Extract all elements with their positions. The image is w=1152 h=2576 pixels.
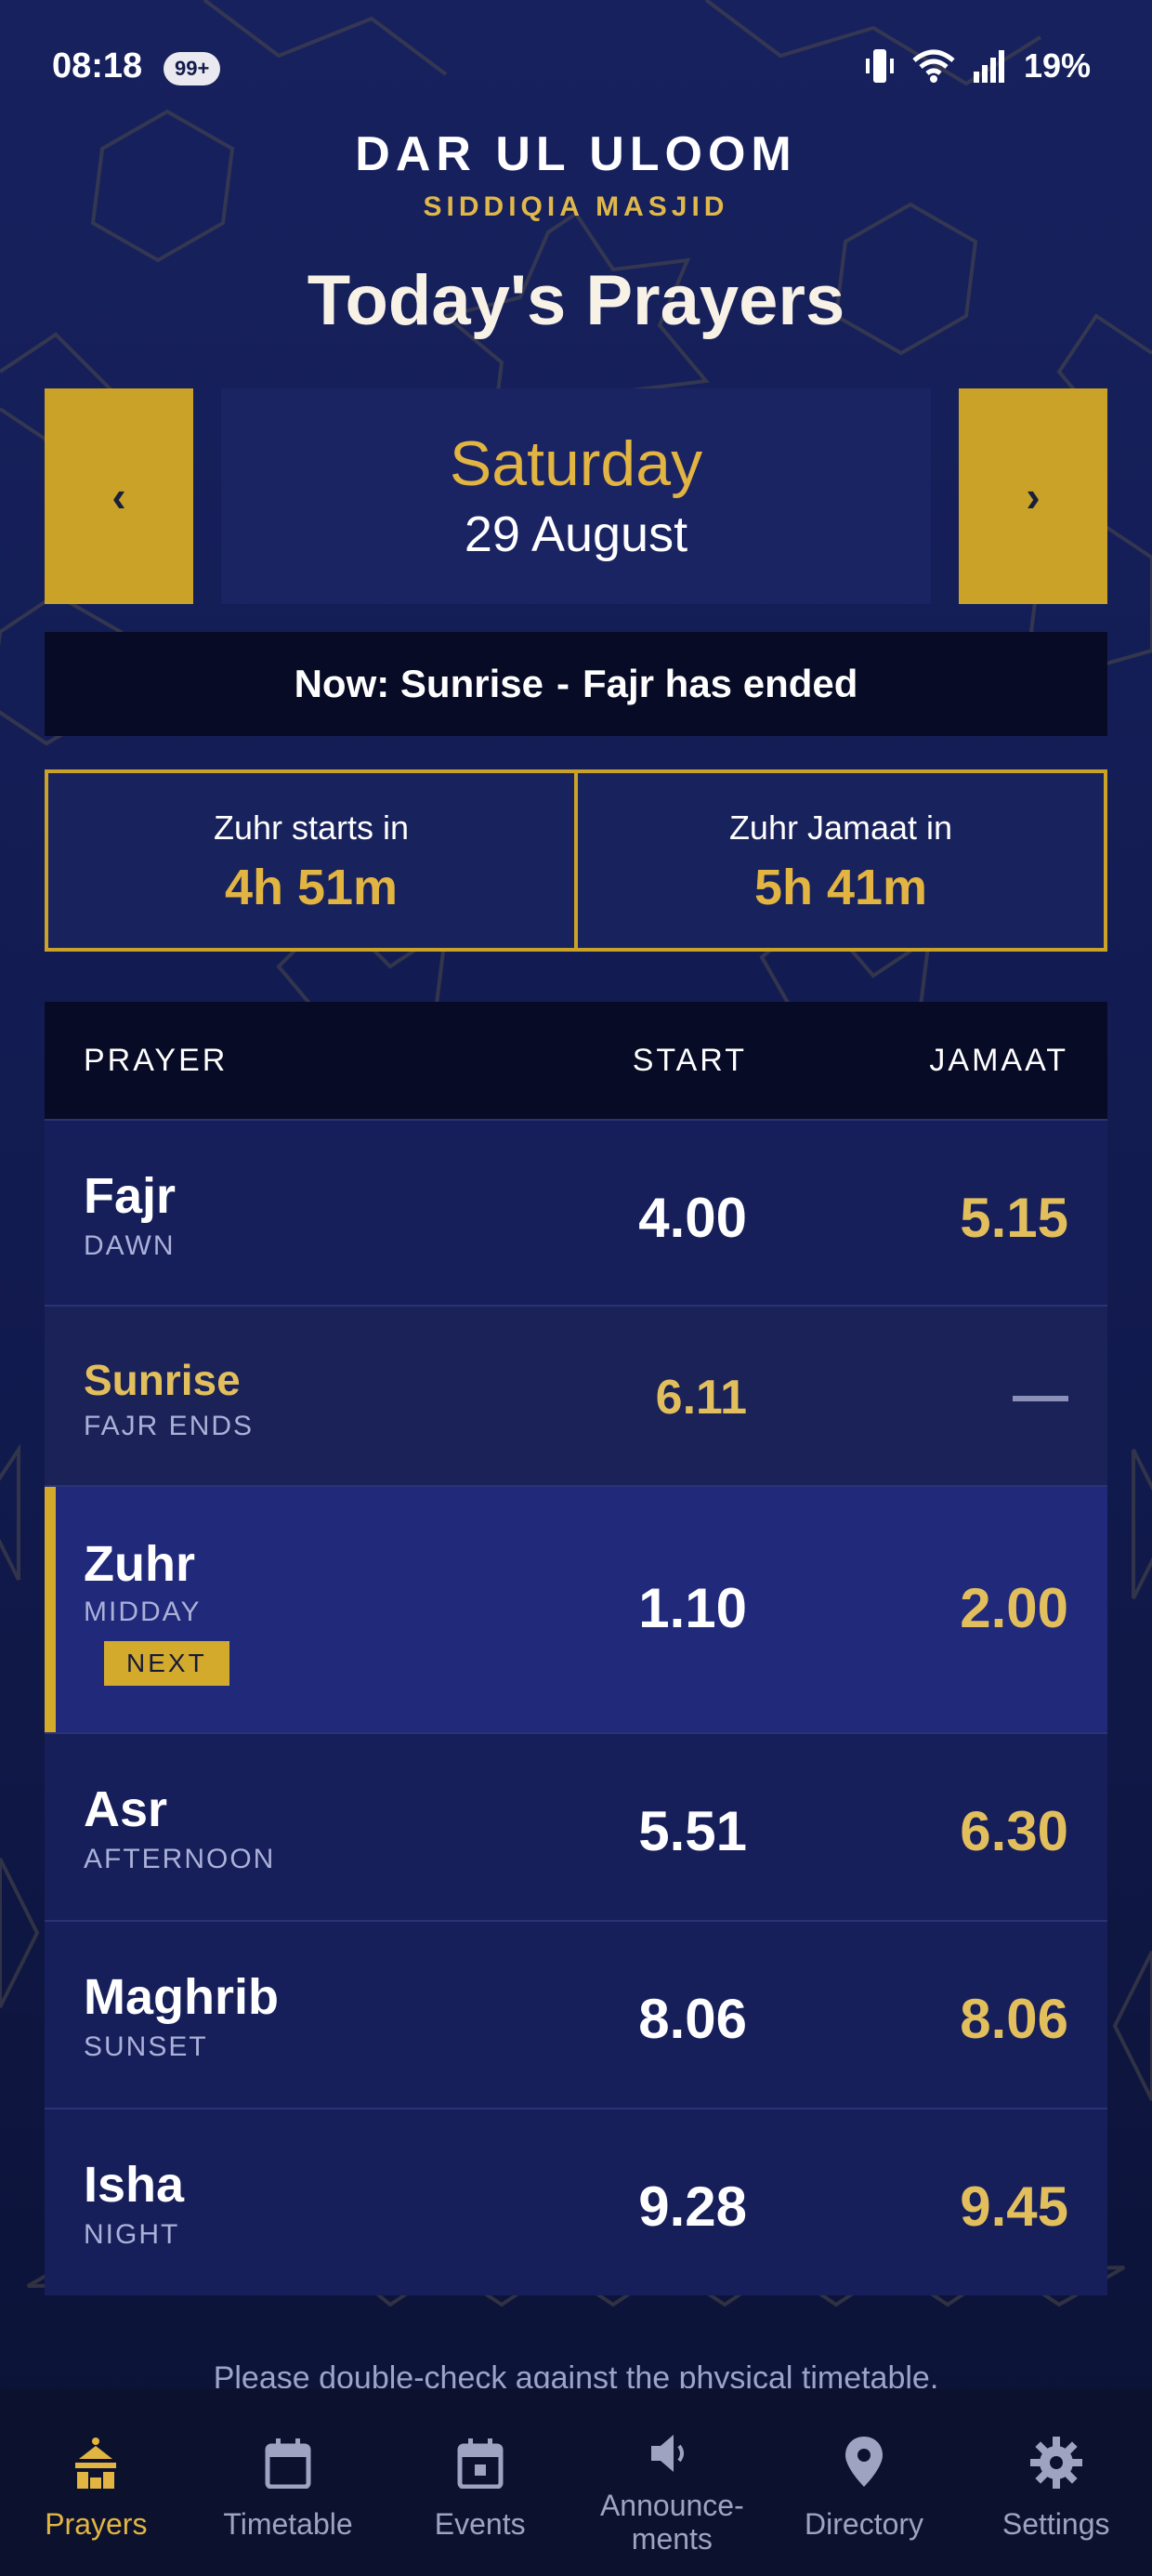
now-separator: -: [556, 662, 569, 705]
countdown-label: Zuhr starts in: [213, 808, 410, 847]
header-prayer: PRAYER: [84, 1042, 229, 1078]
prayer-jamaat: 5.15: [960, 1187, 1068, 1249]
table-row-next: Zuhr MIDDAY NEXT 1.10 2.00: [45, 1485, 1107, 1732]
signal-icon: [973, 50, 1004, 83]
vibrate-icon: [865, 49, 894, 83]
countdown-value: 5h 41m: [753, 860, 928, 915]
prayer-name: Fajr: [84, 1168, 177, 1224]
nav-prayers[interactable]: Prayers: [0, 2388, 192, 2576]
date-weekday: Saturday: [449, 428, 703, 499]
countdown-start: Zuhr starts in 4h 51m: [48, 773, 574, 948]
brand-subtitle: SIDDIQIA MASJID: [423, 191, 729, 222]
nav-events[interactable]: Events: [384, 2388, 576, 2576]
prayer-start: 6.11: [655, 1371, 747, 1425]
prayer-jamaat: 2.00: [960, 1577, 1068, 1639]
table-header: PRAYER START JAMAAT: [45, 1002, 1107, 1119]
nav-label: Announce- ments: [599, 2489, 744, 2556]
date-card: Saturday 29 August: [221, 388, 931, 604]
status-indicators: 19%: [864, 46, 1091, 85]
prayer-subtitle: DAWN: [84, 1230, 176, 1261]
prayer-table: PRAYER START JAMAAT Fajr DAWN 4.00 5.15 …: [45, 1002, 1107, 2295]
now-banner: Now: Sunrise - Fajr has ended: [45, 632, 1107, 736]
prayer-name: Sunrise: [84, 1356, 241, 1404]
prayer-subtitle: SUNSET: [84, 2031, 208, 2062]
countdown-value: 4h 51m: [224, 860, 399, 915]
countdown-panel: Zuhr starts in 4h 51m Zuhr Jamaat in 5h …: [45, 769, 1107, 952]
prayer-jamaat: 9.45: [960, 2175, 1068, 2238]
nav-label: Prayers: [45, 2507, 148, 2541]
mosque-icon: [75, 2438, 117, 2489]
brand-title: DAR UL ULOOM: [355, 127, 797, 181]
prayer-name: Isha: [84, 2157, 185, 2213]
prayer-subtitle: FAJR ENDS: [84, 1411, 255, 1441]
nav-directory[interactable]: Directory: [768, 2388, 961, 2576]
prayer-jamaat: 6.30: [960, 1800, 1068, 1862]
event-icon: [457, 2438, 504, 2489]
prayer-name: Zuhr: [84, 1536, 195, 1592]
next-day-button[interactable]: ›: [959, 388, 1107, 604]
table-row: Asr AFTERNOON 5.51 6.30: [45, 1732, 1107, 1920]
bottom-nav: Prayers Timetable Events Announce- ments…: [0, 2388, 1152, 2576]
prayer-subtitle: MIDDAY: [84, 1597, 202, 1627]
nav-settings[interactable]: Settings: [960, 2388, 1152, 2576]
notification-count-badge: 99+: [164, 52, 221, 85]
prayer-subtitle: NIGHT: [84, 2219, 180, 2250]
date-label: 29 August: [464, 506, 688, 562]
location-pin-icon: [845, 2437, 884, 2487]
prayer-start: 1.10: [638, 1577, 747, 1639]
nav-label: Events: [434, 2507, 526, 2541]
prayer-start: 4.00: [638, 1187, 747, 1249]
previous-day-button[interactable]: ‹: [45, 388, 193, 604]
wifi-icon: [912, 49, 955, 83]
nav-label: Timetable: [223, 2507, 353, 2541]
now-current-period: Now: Sunrise: [294, 662, 543, 705]
table-row: Fajr DAWN 4.00 5.15: [45, 1119, 1107, 1305]
prayer-start: 8.06: [638, 1988, 747, 2050]
table-row: Sunrise FAJR ENDS 6.11: [45, 1305, 1107, 1485]
nav-timetable[interactable]: Timetable: [192, 2388, 385, 2576]
gear-icon: [1029, 2437, 1082, 2489]
nav-label: Settings: [1001, 2507, 1110, 2541]
prayer-subtitle: AFTERNOON: [84, 1844, 276, 1874]
no-jamaat-dash: [1013, 1396, 1068, 1401]
page-title: Today's Prayers: [307, 261, 845, 340]
nav-label: Directory: [805, 2507, 924, 2541]
now-detail: Fajr has ended: [582, 662, 858, 705]
speaker-icon: [651, 2435, 685, 2472]
status-time: 08:18: [52, 46, 143, 85]
prayer-name: Maghrib: [84, 1969, 279, 2025]
calendar-icon: [265, 2438, 311, 2489]
prayer-start: 9.28: [638, 2175, 747, 2238]
nav-announcements[interactable]: Announce- ments: [576, 2388, 768, 2576]
table-row: Maghrib SUNSET 8.06 8.06: [45, 1920, 1107, 2108]
countdown-label: Zuhr Jamaat in: [728, 808, 953, 847]
header-jamaat: JAMAAT: [929, 1042, 1068, 1078]
header-start: START: [632, 1042, 747, 1078]
prayer-name: Asr: [84, 1781, 168, 1837]
battery-level: 19%: [1023, 46, 1091, 85]
prayer-jamaat: 8.06: [960, 1988, 1068, 2050]
countdown-jamaat: Zuhr Jamaat in 5h 41m: [574, 773, 1104, 948]
prayer-start: 5.51: [638, 1800, 747, 1862]
next-badge: NEXT: [104, 1641, 229, 1686]
table-row: Isha NIGHT 9.28 9.45: [45, 2108, 1107, 2295]
